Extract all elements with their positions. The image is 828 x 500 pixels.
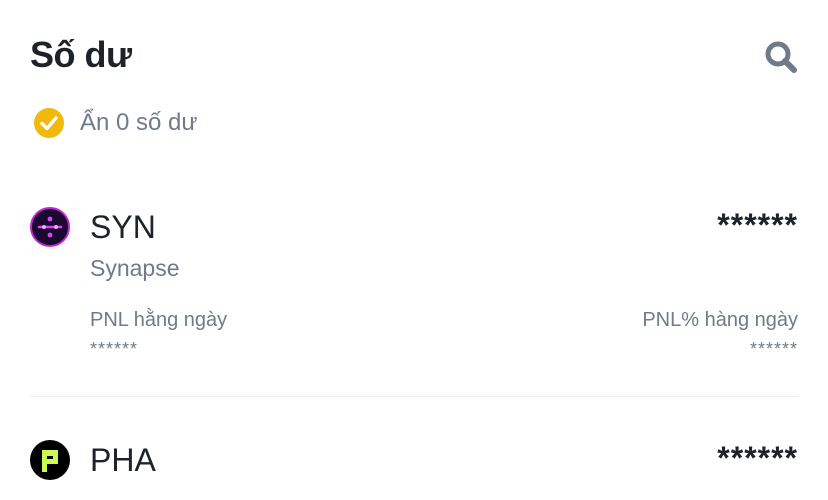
asset-row-pha[interactable]: PHA ******	[30, 440, 798, 500]
asset-balance: ******	[717, 440, 798, 476]
asset-symbol: SYN	[90, 209, 156, 245]
hide-zero-balance-toggle[interactable]: Ẩn 0 số dư	[34, 106, 197, 140]
page-title: Số dư	[30, 34, 132, 75]
daily-pnl-percent-value: ******	[749, 339, 798, 359]
asset-name: Synapse	[90, 255, 180, 281]
asset-row-syn[interactable]: SYN Synapse ****** PNL hằng ngày ****** …	[30, 207, 798, 367]
checkbox-checked-icon[interactable]	[34, 108, 64, 138]
asset-balance: ******	[717, 207, 798, 243]
phala-logo-icon	[30, 440, 70, 480]
daily-pnl-label: PNL hằng ngày	[90, 309, 228, 331]
divider	[30, 396, 798, 397]
asset-symbol: PHA	[90, 442, 156, 478]
search-icon[interactable]	[764, 40, 798, 74]
page-header: Số dư	[30, 34, 798, 82]
synapse-logo-icon	[30, 207, 70, 247]
daily-pnl-value: ******	[90, 339, 139, 359]
daily-pnl-percent-label: PNL% hàng ngày	[642, 309, 798, 331]
hide-zero-balance-label: Ẩn 0 số dư	[80, 109, 198, 136]
